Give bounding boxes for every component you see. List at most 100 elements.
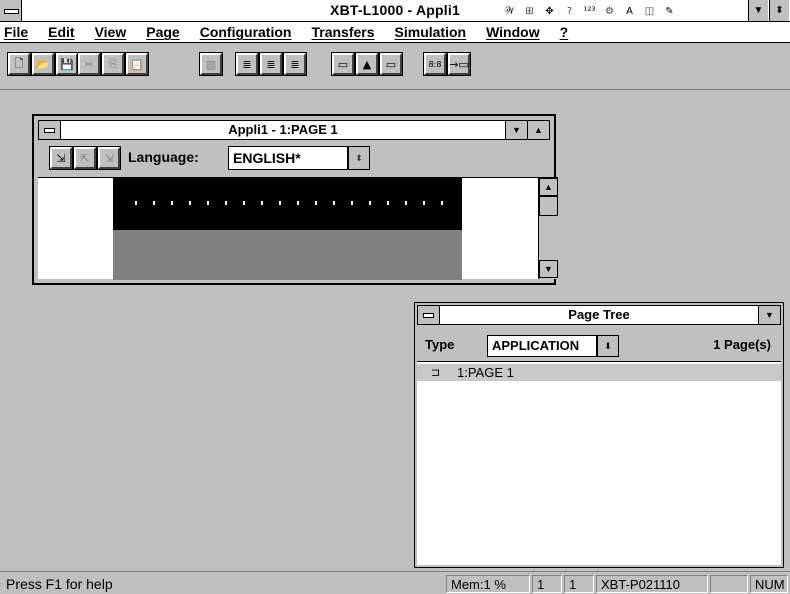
book-icon[interactable]: ◫ (640, 2, 659, 20)
page-next-icon[interactable]: ⇲ (97, 146, 121, 170)
status-field-2: 1 (564, 575, 594, 593)
page-vertical-scrollbar[interactable]: ▲ ▼ (538, 177, 558, 279)
toolbar: 🗋 📂 💾 ✂ ⎘ 📋 ▨ ≣ ≣ ≣ ▭ ▲ ▭ 8:8 →▭ (0, 44, 790, 90)
screen-dot (279, 201, 281, 205)
copy-icon[interactable]: ⎘ (101, 52, 125, 76)
number-icon[interactable]: 8:8 (423, 52, 447, 76)
pages-count: 1 Page(s) (713, 337, 771, 352)
status-help-text: Press F1 for help (6, 576, 113, 592)
status-empty-cell (710, 575, 748, 593)
screen-dot (333, 201, 335, 205)
status-bar: Press F1 for help Mem:1 % 1 1 XBT-P02111… (0, 571, 790, 594)
screen-dot (351, 201, 353, 205)
app-restore-button[interactable]: ⬍ (769, 0, 789, 21)
alarm-icon[interactable]: ▲ (355, 52, 379, 76)
toolbar-group: 8:8 →▭ (423, 52, 471, 76)
page-window-title: Appli1 - 1:PAGE 1 (228, 122, 338, 137)
page-window-minimize-button[interactable]: ▼ (505, 121, 527, 139)
tools-icon[interactable]: ⚙ (600, 2, 619, 20)
tree-item-page-1[interactable]: ⊐ 1:PAGE 1 (417, 364, 781, 381)
display-keypad-area[interactable] (113, 230, 462, 280)
toolbar-group: ✂ ⎘ 📋 (77, 52, 149, 76)
align-right-icon[interactable]: ≣ (283, 52, 307, 76)
paste-icon[interactable]: 📋 (125, 52, 149, 76)
language-spinner[interactable]: ⬍ (348, 146, 370, 170)
page-canvas[interactable] (38, 177, 538, 280)
screen-dot (369, 201, 371, 205)
toolbar-group: ≣ ≣ ≣ (235, 52, 307, 76)
app-minimize-button[interactable]: ▼ (748, 0, 768, 21)
cut-icon[interactable]: ✂ (77, 52, 101, 76)
page-window-maximize-button[interactable]: ▲ (527, 121, 549, 139)
title-icon-strip: 𝒲 ⊞ ✥? ¹²³ ⚙ A ◫ ✎ (500, 2, 679, 20)
page-tree-window: Page Tree ▼ Type APPLICATION ⬇ 1 Page(s)… (414, 302, 784, 568)
menu-simulation[interactable]: Simulation (395, 24, 467, 40)
page-link-icon[interactable]: ⇲ (49, 146, 73, 170)
menu-view[interactable]: View (95, 24, 127, 40)
menu-configuration[interactable]: Configuration (200, 24, 292, 40)
menu-file[interactable]: File (4, 24, 28, 40)
field-icon[interactable]: ▭ (331, 52, 355, 76)
language-label: Language: (128, 149, 199, 165)
align-center-icon[interactable]: ≣ (259, 52, 283, 76)
screen-dot (261, 201, 263, 205)
type-select[interactable]: APPLICATION (487, 335, 597, 357)
menu-transfers[interactable]: Transfers (311, 24, 374, 40)
grid-icon[interactable]: ⊞ (520, 2, 539, 20)
status-num-lock: NUM (750, 575, 788, 593)
screen-dot (189, 201, 191, 205)
screen-dot (207, 201, 209, 205)
status-field-1: 1 (532, 575, 562, 593)
page-tree-list: ⊐ 1:PAGE 1 (417, 361, 781, 565)
screen-dot (297, 201, 299, 205)
screen-dot (387, 201, 389, 205)
delete-icon[interactable]: ▨ (199, 52, 223, 76)
page-tree-minimize-button[interactable]: ▼ (758, 306, 780, 324)
font-icon[interactable]: A (620, 2, 639, 20)
language-field[interactable]: ENGLISH* (228, 146, 348, 170)
edit-icon[interactable]: ✎ (660, 2, 679, 20)
align-left-icon[interactable]: ≣ (235, 52, 259, 76)
status-memory: Mem:1 % (446, 575, 530, 593)
toolbar-group: 🗋 📂 💾 (7, 52, 79, 76)
type-label: Type (425, 337, 455, 352)
menu-bar: File Edit View Page Configuration Transf… (0, 22, 790, 43)
app-title-bar: XBT-L1000 - Appli1 𝒲 ⊞ ✥? ¹²³ ⚙ A ◫ ✎ ▼ ⬍ (0, 0, 790, 22)
goto-icon[interactable]: →▭ (447, 52, 471, 76)
toolbar-group: ▭ ▲ ▭ (331, 52, 403, 76)
network-icon[interactable]: ✥ (540, 2, 559, 20)
page-tree-header: Type APPLICATION ⬇ 1 Page(s) (419, 331, 779, 361)
screen-dot (225, 201, 227, 205)
scroll-up-button[interactable]: ▲ (539, 178, 558, 196)
new-icon[interactable]: 🗋 (7, 52, 31, 76)
menu-page[interactable]: Page (146, 24, 179, 40)
page-window-title-bar: Appli1 - 1:PAGE 1 ▼ ▲ (38, 120, 550, 140)
menu-window[interactable]: Window (486, 24, 540, 40)
page-tree-title-bar: Page Tree ▼ (417, 305, 781, 325)
screen-dot (441, 201, 443, 205)
page-tree-title: Page Tree (568, 307, 630, 322)
handwriting-icon[interactable]: 𝒲 (500, 2, 519, 20)
status-model: XBT-P021110 (596, 575, 708, 593)
open-icon[interactable]: 📂 (31, 52, 55, 76)
scroll-thumb[interactable] (539, 196, 558, 216)
language-toolbar: ⇲ ⇱ ⇲ Language: ENGLISH* ⬍ (38, 142, 550, 174)
image-icon[interactable]: ▭ (379, 52, 403, 76)
menu-edit[interactable]: Edit (48, 24, 74, 40)
display-screen-area[interactable] (113, 178, 462, 230)
app-system-menu-button[interactable] (0, 0, 22, 21)
digits-icon[interactable]: ¹²³ (580, 2, 599, 20)
toolbar-group: ▨ (199, 52, 223, 76)
screen-dot (171, 201, 173, 205)
menu-help[interactable]: ? (560, 24, 569, 40)
scroll-down-button[interactable]: ▼ (539, 260, 558, 278)
screen-dot (315, 201, 317, 205)
type-dropdown-button[interactable]: ⬇ (597, 335, 619, 357)
page-prev-icon[interactable]: ⇱ (73, 146, 97, 170)
help-icon[interactable]: ? (560, 2, 579, 20)
page-tree-system-button[interactable] (418, 306, 440, 324)
page-window-system-button[interactable] (39, 121, 61, 139)
screen-dot (423, 201, 425, 205)
save-icon[interactable]: 💾 (55, 52, 79, 76)
screen-dot (405, 201, 407, 205)
